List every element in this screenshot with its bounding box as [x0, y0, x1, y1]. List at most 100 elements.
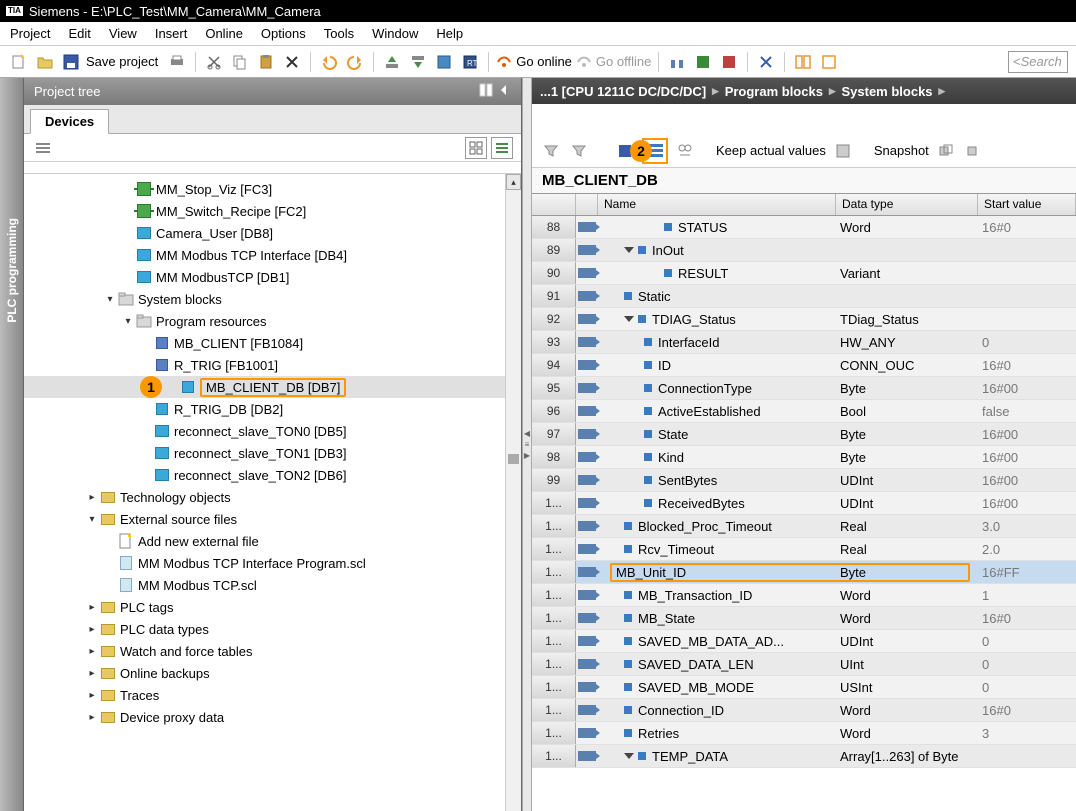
tree-item[interactable]: ▸Watch and force tables: [24, 640, 521, 662]
menu-help[interactable]: Help: [436, 26, 463, 41]
expand-icon[interactable]: ▸: [86, 711, 98, 723]
grid-row[interactable]: 1...SAVED_MB_MODEUSInt0: [532, 676, 1076, 699]
splitter[interactable]: ◀ ≡ ▶: [522, 78, 532, 811]
expand-icon[interactable]: [122, 227, 134, 239]
expand-icon[interactable]: [140, 469, 152, 481]
tree-settings-icon[interactable]: [32, 137, 54, 159]
search-input[interactable]: <Search: [1008, 51, 1068, 73]
layout-split-icon[interactable]: [792, 51, 814, 73]
expand-icon[interactable]: [122, 183, 134, 195]
expand-icon[interactable]: ▾: [122, 315, 134, 327]
stop-cpu-icon[interactable]: [718, 51, 740, 73]
menu-edit[interactable]: Edit: [68, 26, 90, 41]
grid-row[interactable]: 1...ReceivedBytesUDInt16#00: [532, 492, 1076, 515]
expand-icon[interactable]: [140, 447, 152, 459]
tree-item[interactable]: MM_Switch_Recipe [FC2]: [24, 200, 521, 222]
expand-icon[interactable]: ▸: [86, 667, 98, 679]
grid-row[interactable]: 1...SAVED_DATA_LENUInt0: [532, 653, 1076, 676]
filter2-icon[interactable]: [568, 140, 590, 162]
menu-options[interactable]: Options: [261, 26, 306, 41]
undo-icon[interactable]: [318, 51, 340, 73]
redo-icon[interactable]: [344, 51, 366, 73]
expand-icon[interactable]: [624, 247, 634, 253]
grid-row[interactable]: 1...MB_StateWord16#0: [532, 607, 1076, 630]
expand-icon[interactable]: ▸: [86, 491, 98, 503]
expand-icon[interactable]: [140, 359, 152, 371]
delete-icon[interactable]: [281, 51, 303, 73]
grid-row[interactable]: 96ActiveEstablishedBoolfalse: [532, 400, 1076, 423]
expand-icon[interactable]: [140, 337, 152, 349]
grid-row[interactable]: 88STATUSWord16#0: [532, 216, 1076, 239]
breadcrumb-item[interactable]: System blocks: [841, 84, 932, 99]
keep-actual-button[interactable]: Keep actual values: [716, 143, 826, 158]
expand-icon[interactable]: ▾: [104, 293, 116, 305]
list-view-icon[interactable]: [491, 137, 513, 159]
copy-icon[interactable]: [229, 51, 251, 73]
expand-icon[interactable]: ▾: [86, 513, 98, 525]
download-icon[interactable]: [381, 51, 403, 73]
grid-row[interactable]: 94IDCONN_OUC16#0: [532, 354, 1076, 377]
scroll-up-icon[interactable]: ▴: [506, 174, 521, 190]
save-project-button[interactable]: Save project: [86, 54, 158, 69]
grid-row[interactable]: 1...MB_Unit_IDByte16#FF: [532, 561, 1076, 584]
compile-icon[interactable]: [433, 51, 455, 73]
simulate-icon[interactable]: RT: [459, 51, 481, 73]
tree-item[interactable]: reconnect_slave_TON0 [DB5]: [24, 420, 521, 442]
tree-item[interactable]: R_TRIG [FB1001]: [24, 354, 521, 376]
menu-window[interactable]: Window: [372, 26, 418, 41]
tree-item[interactable]: R_TRIG_DB [DB2]: [24, 398, 521, 420]
grid-row[interactable]: 1...Blocked_Proc_TimeoutReal3.0: [532, 515, 1076, 538]
expand-icon[interactable]: [166, 381, 178, 393]
tree-item[interactable]: ▸Device proxy data: [24, 706, 521, 728]
expand-icon[interactable]: [624, 753, 634, 759]
layout-single-icon[interactable]: [818, 51, 840, 73]
grid-row[interactable]: 1...Connection_IDWord16#0: [532, 699, 1076, 722]
grid-row[interactable]: 91Static: [532, 285, 1076, 308]
accessible-icon[interactable]: [666, 51, 688, 73]
cross-ref-icon[interactable]: [755, 51, 777, 73]
col-type[interactable]: Data type: [836, 194, 978, 215]
expand-icon[interactable]: [122, 271, 134, 283]
snapshot-save-icon[interactable]: [832, 140, 854, 162]
expand-icon[interactable]: [104, 535, 116, 547]
expand-icon[interactable]: ▸: [86, 645, 98, 657]
expand-icon[interactable]: [104, 557, 116, 569]
tree-item[interactable]: ▸Technology objects: [24, 486, 521, 508]
expand-icon[interactable]: [122, 205, 134, 217]
load-snapshot-icon[interactable]: [963, 140, 985, 162]
tree-item[interactable]: ▸PLC data types: [24, 618, 521, 640]
grid-row[interactable]: 93InterfaceIdHW_ANY0: [532, 331, 1076, 354]
expand-icon[interactable]: [104, 579, 116, 591]
print-icon[interactable]: [166, 51, 188, 73]
scroll-thumb[interactable]: [508, 454, 519, 464]
tree-item[interactable]: Add new external file: [24, 530, 521, 552]
expand-icon[interactable]: ▸: [86, 623, 98, 635]
grid-row[interactable]: 1...RetriesWord3: [532, 722, 1076, 745]
devices-tab[interactable]: Devices: [30, 109, 109, 134]
breadcrumb-item[interactable]: Program blocks: [725, 84, 823, 99]
menu-project[interactable]: Project: [10, 26, 50, 41]
grid-row[interactable]: 1...TEMP_DATAArray[1..263] of Byte: [532, 745, 1076, 768]
open-project-icon[interactable]: [34, 51, 56, 73]
paste-icon[interactable]: [255, 51, 277, 73]
upload-icon[interactable]: [407, 51, 429, 73]
grid-row[interactable]: 89InOut: [532, 239, 1076, 262]
plc-programming-tab[interactable]: PLC programming: [0, 78, 24, 811]
tree-item[interactable]: MM ModbusTCP [DB1]: [24, 266, 521, 288]
tree-item[interactable]: 1MB_CLIENT_DB [DB7]: [24, 376, 521, 398]
tree-item[interactable]: MM Modbus TCP.scl: [24, 574, 521, 596]
expand-icon[interactable]: [624, 316, 634, 322]
chevron-left-icon[interactable]: [497, 83, 511, 100]
grid-row[interactable]: 1...SAVED_MB_DATA_AD...UDInt0: [532, 630, 1076, 653]
expand-icon[interactable]: ▸: [86, 689, 98, 701]
tree-item[interactable]: ▾Program resources: [24, 310, 521, 332]
grid-row[interactable]: 1...MB_Transaction_IDWord1: [532, 584, 1076, 607]
grid-row[interactable]: 1...Rcv_TimeoutReal2.0: [532, 538, 1076, 561]
tree-item[interactable]: MM Modbus TCP Interface [DB4]: [24, 244, 521, 266]
col-start[interactable]: Start value: [978, 194, 1076, 215]
menu-tools[interactable]: Tools: [324, 26, 354, 41]
expand-icon[interactable]: [140, 425, 152, 437]
filter-icon[interactable]: [540, 140, 562, 162]
menu-view[interactable]: View: [109, 26, 137, 41]
menu-insert[interactable]: Insert: [155, 26, 188, 41]
